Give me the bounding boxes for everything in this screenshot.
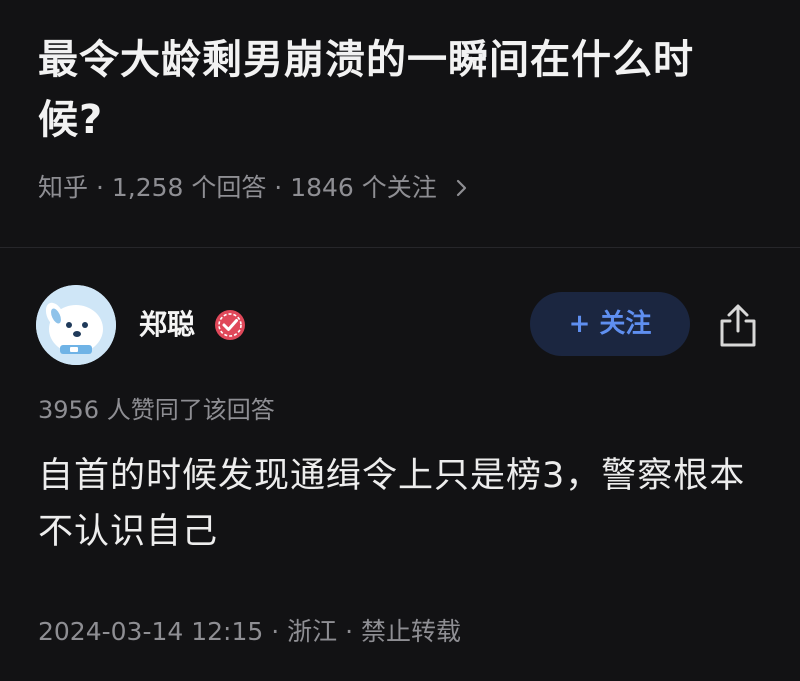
answer-page: 最令大龄剩男崩溃的一瞬间在什么时候? 知乎 · 1,258 个回答 · 1846… [0,0,800,681]
question-header: 最令大龄剩男崩溃的一瞬间在什么时候? 知乎 · 1,258 个回答 · 1846… [0,0,800,248]
verified-badge-icon [215,310,245,340]
answer-footer-meta: 2024-03-14 12:15 · 浙江 · 禁止转载 [38,617,461,646]
question-meta[interactable]: 知乎 · 1,258 个回答 · 1846 个关注 [38,170,471,206]
author-name[interactable]: 郑聪 [139,305,195,345]
answer-body[interactable]: 自首的时候发现通缉令上只是榜3，警察根本不认识自己 [38,448,758,560]
share-icon[interactable] [716,303,760,349]
upvote-count: 3956 人赞同了该回答 [38,396,275,424]
question-title[interactable]: 最令大龄剩男崩溃的一瞬间在什么时候? [38,30,738,150]
author-row: 郑聪 + 关注 [36,285,766,365]
chevron-right-icon [456,179,466,197]
avatar[interactable] [36,285,116,365]
follow-button[interactable]: + 关注 [530,292,690,356]
question-meta-text: 知乎 · 1,258 个回答 · 1846 个关注 [38,173,437,202]
avatar-dog-illustration [36,285,116,365]
